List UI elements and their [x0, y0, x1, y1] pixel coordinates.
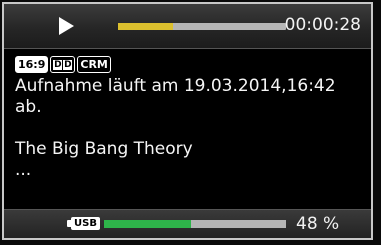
playback-progress-bar[interactable] [118, 23, 286, 30]
crm-badge: CRM [77, 56, 111, 73]
storage-usage-percent: 48 % [296, 214, 340, 234]
storage-usage-bar [104, 220, 286, 228]
play-icon[interactable] [59, 17, 74, 35]
usb-icon: USB [67, 216, 100, 231]
recording-info-text: Aufnahme läuft am 19.03.2014,16:42 ab. T… [15, 76, 370, 181]
dolby-digital-badge: DD [50, 56, 76, 73]
storage-usage-fill [104, 220, 192, 228]
dolby-d-left: D [53, 59, 63, 70]
dolby-d-right: D [63, 59, 73, 70]
storage-bar: USB 48 % [4, 209, 371, 238]
programme-title: The Big Bang Theory [15, 139, 193, 159]
recording-status-line-2: ab. [15, 97, 42, 117]
aspect-ratio-badge: 16:9 [15, 56, 49, 73]
playback-bar: 00:00:28 [4, 4, 371, 49]
recording-info-osd: 00:00:28 16:9 DD CRM Aufnahme läuft am 1… [2, 2, 373, 240]
more-text-indicator: ... [15, 160, 32, 180]
dolby-digital-icon: DD [53, 59, 73, 70]
stream-badges: 16:9 DD CRM [15, 56, 111, 73]
usb-label: USB [71, 217, 100, 230]
recording-status-line: Aufnahme läuft am 19.03.2014,16:42 [15, 76, 336, 96]
elapsed-time: 00:00:28 [284, 15, 361, 35]
playback-progress-fill [118, 23, 174, 30]
